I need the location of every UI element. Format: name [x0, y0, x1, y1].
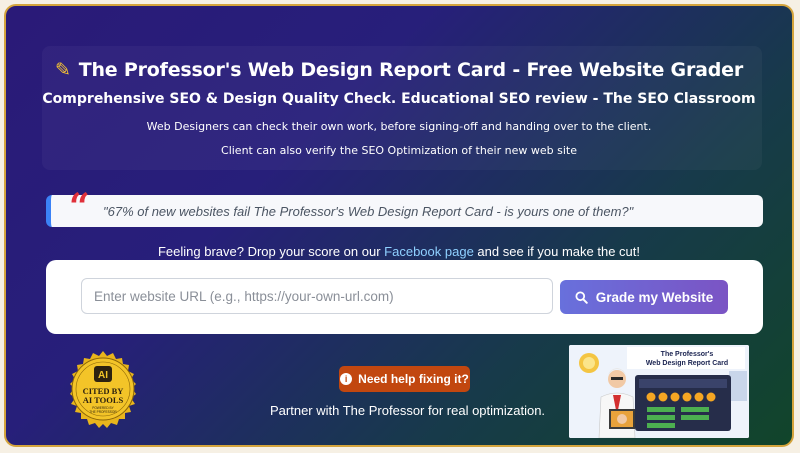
badge-line-ai-tools: AI TOOLS — [83, 395, 124, 405]
page-subtitle: Comprehensive SEO & Design Quality Check… — [42, 91, 756, 107]
badge-line-professor: THE PROFESSOR — [89, 410, 117, 414]
quote-icon: “ — [69, 186, 90, 228]
need-help-label: Need help fixing it? — [358, 372, 469, 386]
quote-box: “ "67% of new websites fail The Professo… — [46, 189, 763, 227]
grade-website-label: Grade my Website — [595, 289, 714, 305]
page-title: ✎ The Professor's Web Design Report Card … — [6, 59, 792, 81]
page-title-text: The Professor's Web Design Report Card -… — [78, 59, 744, 81]
promo-heading-2: Web Design Report Card — [646, 360, 728, 367]
pencil-square-icon: ✎ — [54, 59, 71, 81]
grader-form: Grade my Website — [46, 260, 763, 334]
challenge-text: Feeling brave? Drop your score on our Fa… — [6, 244, 792, 259]
partner-text: Partner with The Professor for real opti… — [270, 403, 546, 418]
search-icon — [575, 290, 588, 304]
badge-monogram: AI — [98, 370, 108, 381]
grade-website-button[interactable]: Grade my Website — [560, 280, 728, 314]
need-help-button[interactable]: i Need help fixing it? — [339, 366, 470, 392]
promo-heading-1: The Professor's — [661, 351, 714, 358]
website-url-input[interactable] — [81, 278, 553, 314]
challenge-suffix: and see if you make the cut! — [473, 244, 641, 259]
challenge-prefix: Feeling brave? Drop your score on our — [157, 244, 385, 259]
tagline-designers: Web Designers can check their own work, … — [146, 120, 652, 133]
facebook-link[interactable]: Facebook page — [384, 244, 474, 259]
tagline-client: Client can also verify the SEO Optimizat… — [221, 144, 577, 157]
app-frame: ✎ The Professor's Web Design Report Card … — [4, 4, 794, 447]
info-icon: i — [340, 373, 353, 385]
quote-text: "67% of new websites fail The Professor'… — [103, 204, 634, 219]
cited-by-ai-badge: AI CITED BY AI TOOLS POWERED BY THE PROF… — [70, 351, 136, 428]
report-card-promo-image[interactable]: The Professor's Web Design Report Card — [569, 345, 749, 438]
